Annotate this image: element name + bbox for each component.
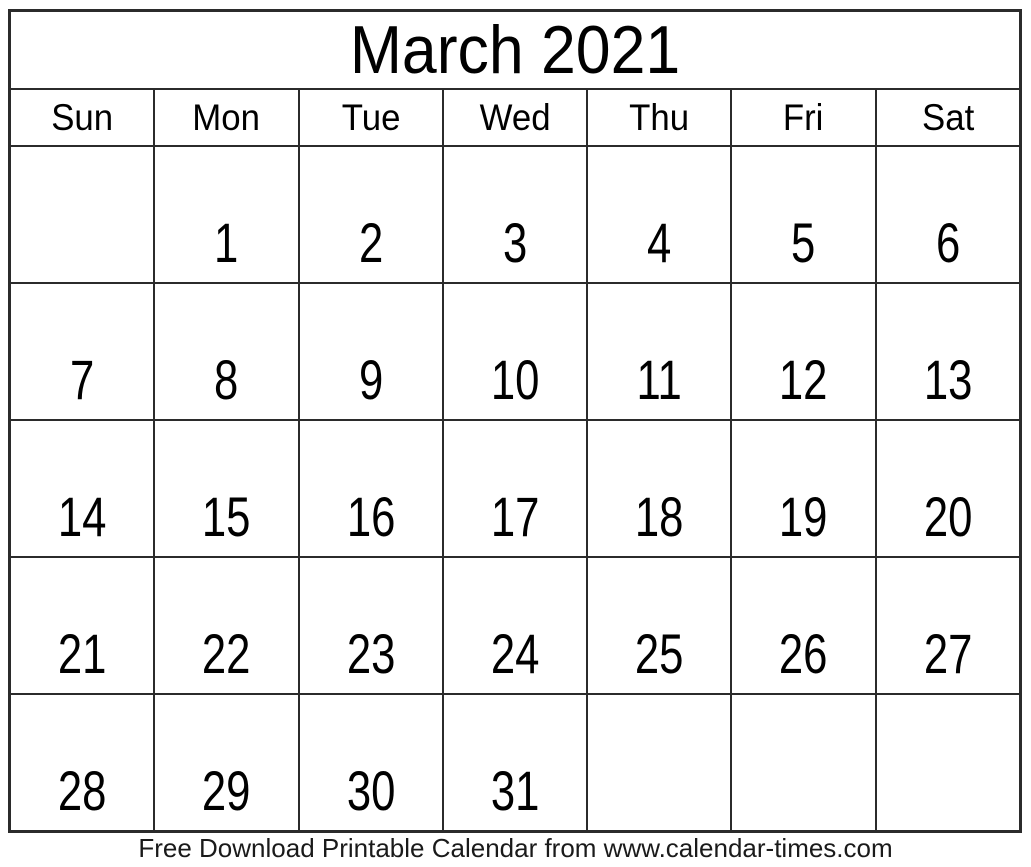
day-cell[interactable]: 6	[874, 145, 1022, 284]
day-number: 25	[634, 622, 684, 685]
day-cell[interactable]	[874, 693, 1022, 832]
day-number: 28	[57, 759, 107, 822]
day-cell[interactable]: 5	[730, 145, 877, 284]
day-cell[interactable]: 22	[153, 556, 300, 695]
day-number: 19	[779, 485, 828, 548]
weekday-label: Fri	[783, 96, 824, 138]
day-cell[interactable]: 23	[297, 556, 444, 695]
day-number: 8	[214, 348, 239, 411]
day-number: 23	[346, 622, 395, 685]
day-cell[interactable]: 29	[153, 693, 300, 832]
weekday-label: Wed	[479, 96, 551, 138]
day-cell[interactable]: 2	[297, 145, 444, 284]
day-number: 31	[490, 759, 540, 822]
day-cell[interactable]: 12	[730, 282, 877, 421]
day-number: 29	[202, 759, 251, 822]
day-cell[interactable]	[586, 693, 733, 832]
month-calendar-table: March 2021 Sun Mon Tue Wed Thu Fri Sat 1…	[8, 9, 1022, 833]
day-cell[interactable]: 16	[297, 419, 444, 558]
weekday-header-thu: Thu	[586, 88, 733, 147]
calendar-week-row: 21 22 23 24 25 26 27	[8, 556, 1022, 695]
day-number: 1	[214, 211, 239, 274]
day-number: 14	[57, 485, 107, 548]
calendar-week-row: 1 2 3 4 5 6	[8, 145, 1022, 284]
day-number: 18	[634, 485, 684, 548]
day-cell[interactable]: 17	[441, 419, 589, 558]
day-number: 9	[358, 348, 383, 411]
day-number: 30	[346, 759, 395, 822]
day-cell[interactable]: 26	[730, 556, 877, 695]
day-number: 11	[636, 348, 682, 411]
month-title-cell: March 2021	[9, 10, 1021, 90]
day-cell[interactable]: 19	[730, 419, 877, 558]
day-number: 21	[57, 622, 107, 685]
day-cell[interactable]: 11	[586, 282, 733, 421]
weekday-header-sun: Sun	[8, 88, 156, 147]
day-cell[interactable]: 9	[297, 282, 444, 421]
day-cell[interactable]: 27	[874, 556, 1022, 695]
day-number: 2	[358, 211, 383, 274]
day-number: 26	[779, 622, 828, 685]
weekday-header-wed: Wed	[441, 88, 589, 147]
page-title: March 2021	[349, 12, 681, 88]
day-cell[interactable]: 13	[874, 282, 1022, 421]
calendar-title-row: March 2021	[9, 10, 1021, 90]
day-cell[interactable]: 28	[8, 693, 156, 832]
footer-attribution: Free Download Printable Calendar from ww…	[138, 833, 893, 863]
weekday-label: Thu	[629, 96, 690, 138]
day-number: 17	[490, 485, 540, 548]
day-number: 7	[69, 348, 95, 411]
weekday-header-sat: Sat	[874, 88, 1022, 147]
day-cell[interactable]	[730, 693, 877, 832]
day-cell[interactable]: 24	[441, 556, 589, 695]
day-cell[interactable]: 15	[153, 419, 300, 558]
day-number: 10	[490, 348, 540, 411]
weekday-label: Sat	[921, 96, 974, 138]
weekday-header-mon: Mon	[153, 88, 300, 147]
day-number: 13	[923, 348, 973, 411]
day-cell[interactable]: 8	[153, 282, 300, 421]
day-cell[interactable]: 30	[297, 693, 444, 832]
day-number: 27	[923, 622, 973, 685]
day-cell[interactable]: 7	[8, 282, 156, 421]
calendar-page: March 2021 Sun Mon Tue Wed Thu Fri Sat 1…	[0, 0, 1031, 867]
weekday-header-tue: Tue	[297, 88, 444, 147]
day-cell[interactable]: 4	[586, 145, 733, 284]
day-cell[interactable]: 1	[153, 145, 300, 284]
day-number: 3	[502, 211, 528, 274]
day-number: 16	[346, 485, 395, 548]
day-cell[interactable]: 3	[441, 145, 589, 284]
day-number: 24	[490, 622, 540, 685]
day-cell[interactable]: 21	[8, 556, 156, 695]
day-number: 12	[779, 348, 828, 411]
calendar-week-row: 7 8 9 10 11 12 13	[8, 282, 1022, 421]
day-number: 20	[923, 485, 973, 548]
weekday-header-row: Sun Mon Tue Wed Thu Fri Sat	[8, 88, 1022, 147]
calendar-week-row: 28 29 30 31	[8, 693, 1022, 832]
day-cell[interactable]: 31	[441, 693, 589, 832]
day-number: 5	[791, 211, 816, 274]
weekday-header-fri: Fri	[730, 88, 877, 147]
day-cell[interactable]: 10	[441, 282, 589, 421]
day-cell[interactable]: 14	[8, 419, 156, 558]
day-cell[interactable]: 20	[874, 419, 1022, 558]
day-cell[interactable]: 25	[586, 556, 733, 695]
weekday-label: Tue	[341, 96, 401, 138]
day-number: 6	[935, 211, 960, 274]
day-cell[interactable]: 18	[586, 419, 733, 558]
day-number: 22	[202, 622, 251, 685]
weekday-label: Mon	[192, 96, 261, 138]
day-cell[interactable]	[8, 145, 156, 284]
calendar-week-row: 14 15 16 17 18 19 20	[8, 419, 1022, 558]
day-number: 15	[202, 485, 251, 548]
weekday-label: Sun	[51, 96, 114, 138]
day-number: 4	[647, 211, 672, 274]
